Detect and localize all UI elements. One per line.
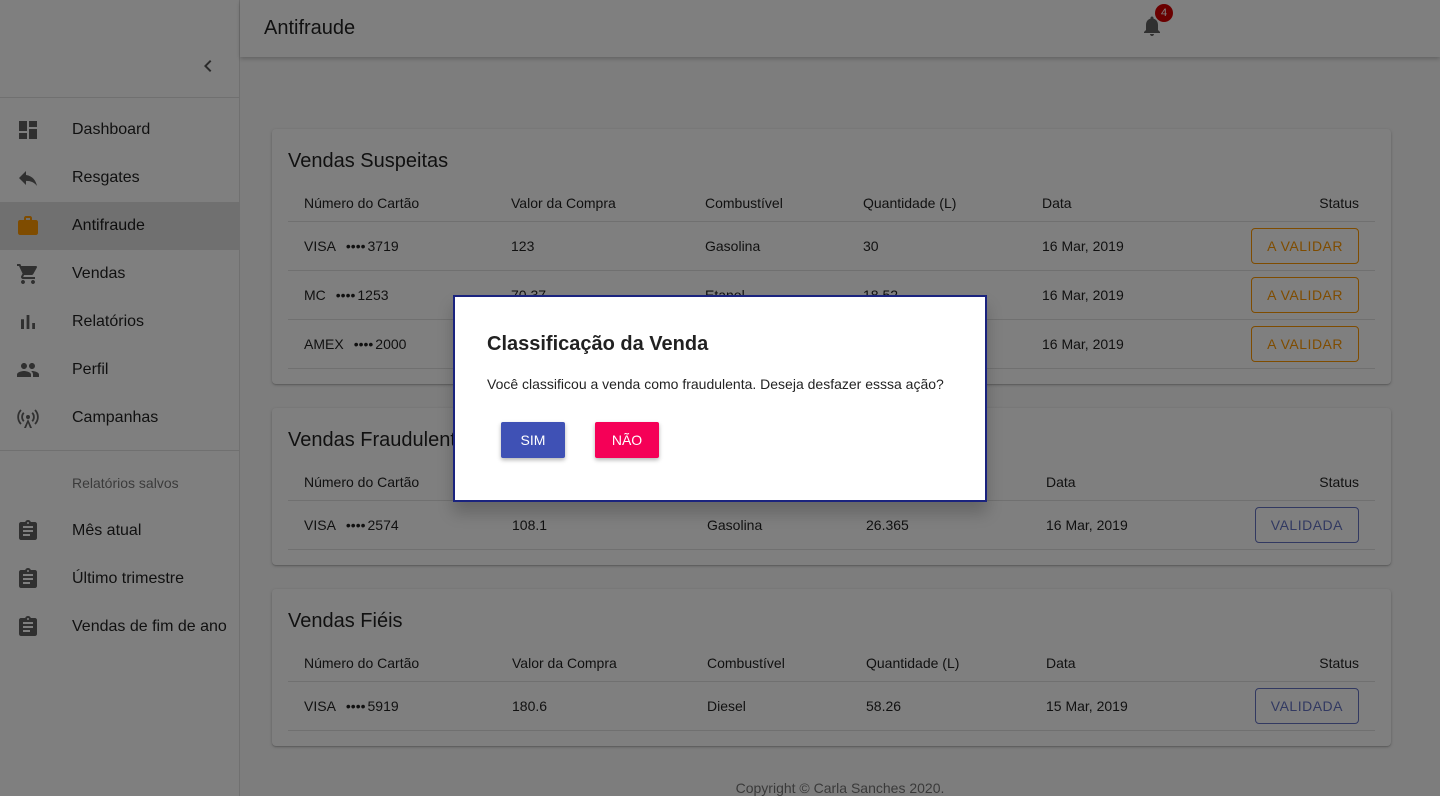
classification-dialog: Classificação da Venda Você classificou … bbox=[453, 295, 987, 502]
dialog-title: Classificação da Venda bbox=[487, 333, 709, 355]
confirm-button[interactable]: SIM bbox=[501, 422, 565, 458]
dialog-message: Você classificou a venda como fraudulent… bbox=[487, 376, 944, 392]
dialog-actions: SIM NÃO bbox=[487, 422, 953, 458]
cancel-button[interactable]: NÃO bbox=[595, 422, 659, 458]
